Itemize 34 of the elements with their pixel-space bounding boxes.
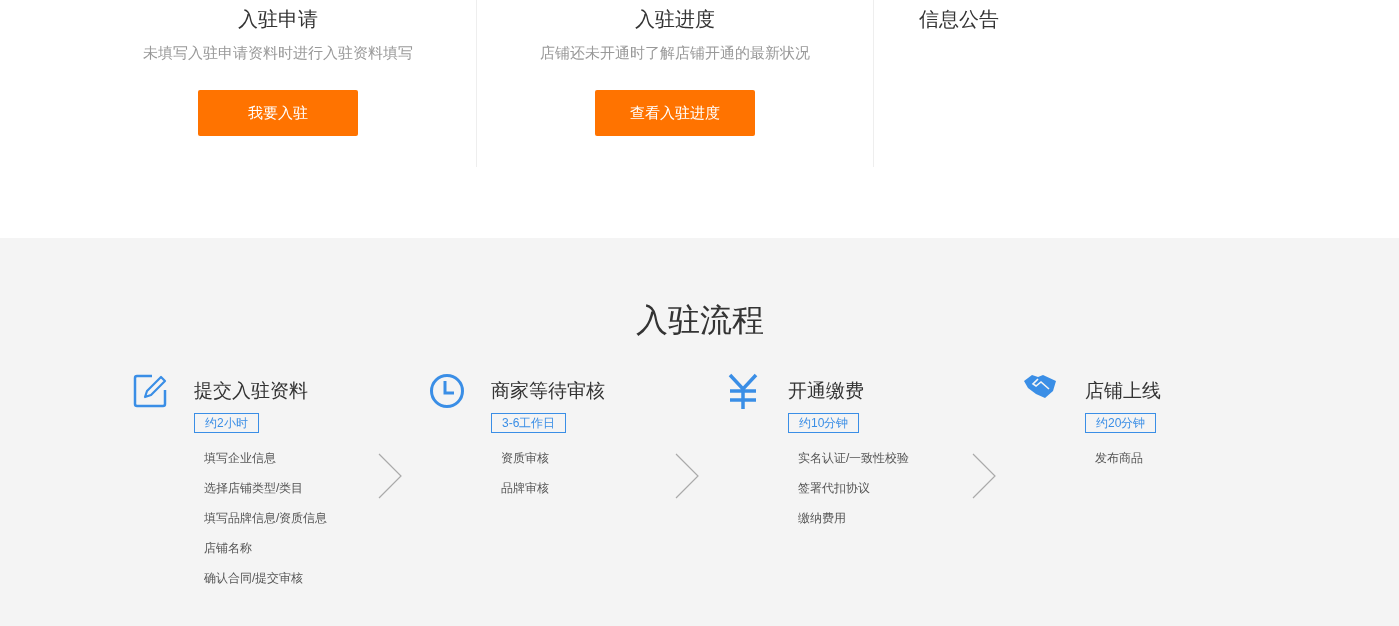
step-item: 签署代扣协议 bbox=[798, 480, 871, 497]
step-item: 填写企业信息 bbox=[204, 450, 277, 467]
step-title: 店铺上线 bbox=[1085, 379, 1161, 403]
step-item: 实名认证/一致性校验 bbox=[798, 450, 910, 467]
chevron-icon bbox=[675, 453, 699, 499]
step-item: 填写品牌信息/资质信息 bbox=[204, 510, 328, 527]
duration-badge: 约10分钟 bbox=[788, 413, 860, 433]
edit-icon bbox=[132, 373, 168, 409]
step-title: 提交入驻资料 bbox=[194, 379, 308, 403]
step-item: 选择店铺类型/类目 bbox=[204, 480, 305, 497]
action-button[interactable]: 查看入驻进度 bbox=[595, 90, 755, 136]
card-description: 店铺还未开通时了解店铺开通的最新状况 bbox=[540, 43, 810, 63]
step-item: 品牌审核 bbox=[501, 480, 549, 497]
yen-icon bbox=[726, 373, 760, 409]
duration-badge: 3-6工作日 bbox=[491, 413, 567, 433]
step-item: 发布商品 bbox=[1095, 450, 1143, 467]
card-description: 未填写入驻申请资料时进行入驻资料填写 bbox=[143, 43, 413, 63]
notice-title: 信息公告 bbox=[919, 7, 999, 32]
chevron-icon bbox=[378, 453, 402, 499]
step-title: 商家等待审核 bbox=[491, 379, 605, 403]
handshake-icon bbox=[1023, 373, 1057, 399]
duration-badge: 约20分钟 bbox=[1085, 413, 1157, 433]
step-item: 缴纳费用 bbox=[798, 510, 847, 527]
duration-badge: 约2小时 bbox=[194, 413, 259, 433]
step-title: 开通缴费 bbox=[788, 379, 864, 403]
step-item: 店铺名称 bbox=[204, 540, 253, 557]
step-item: 确认合同/提交审核 bbox=[204, 570, 305, 587]
chevron-icon bbox=[972, 453, 996, 499]
action-button[interactable]: 我要入驻 bbox=[198, 90, 358, 136]
clock-icon bbox=[429, 373, 465, 409]
step-item: 资质审核 bbox=[501, 450, 549, 467]
card-title: 入驻申请 bbox=[238, 7, 318, 32]
section-title: 入驻流程 bbox=[635, 301, 764, 340]
card-title: 入驻进度 bbox=[635, 7, 715, 32]
